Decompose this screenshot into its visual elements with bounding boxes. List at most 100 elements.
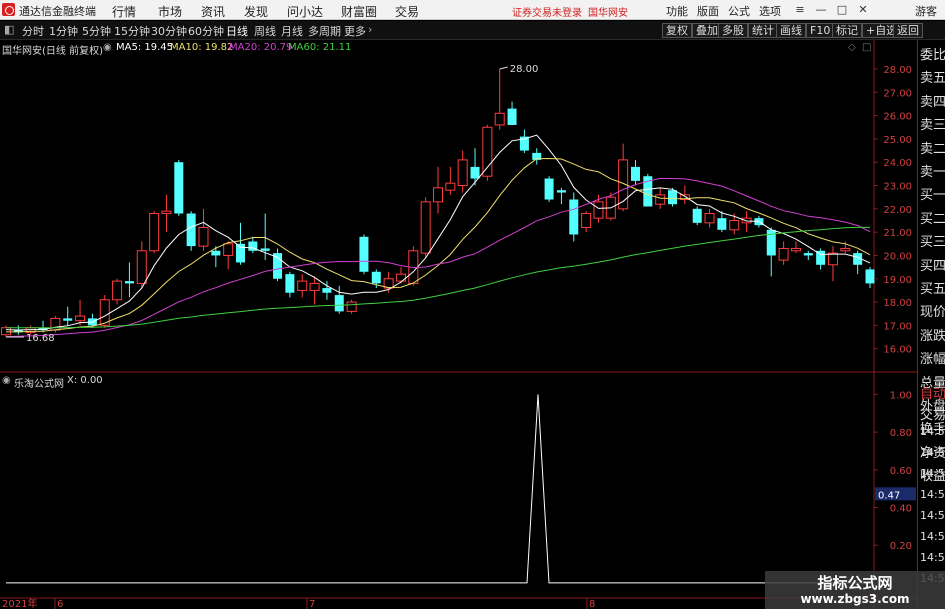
price-tick-label: 28.00 [883,65,912,76]
candle-body-up [729,219,740,231]
tool-f10[interactable]: F10 [806,23,835,38]
menu-functions[interactable]: 功能 [666,3,688,19]
indicator-tick-label: 0.20 [890,541,912,552]
quote-field-label: 卖二 [920,141,945,157]
price-tick-label: 20.00 [883,251,912,262]
indicator-tick-label: 0.60 [890,466,912,477]
trade-time-label: 14:56 [920,488,945,501]
legend-ma60: MA60: 21.11 [288,42,352,53]
ma5-line [5,134,871,331]
quote-side-panel: 委比 卖五 卖四 卖三 卖二 卖一 买一 买二 买三 买四 买五 现价 涨跌 涨幅 总量 外盘 换手 净资 收益 自动… [917,40,945,609]
candle-body-down [692,208,702,223]
auto-trade-label: 自动 [920,387,945,402]
time-tick-label: 6 [57,599,63,609]
sub-chart-title: 乐淘公式网 [14,379,64,390]
period-daily[interactable]: 日线 [226,23,248,39]
watermark-title: 指标公式网 [817,574,893,592]
candle-body-up [704,213,715,224]
auto-trade-label: 交易 [920,408,945,423]
candle-body-down [260,248,270,251]
candle-body-up [346,301,357,312]
candle-body-up [433,187,443,203]
tool-mark[interactable]: 标记 [832,23,862,38]
high-price-label: 28.00 [510,64,539,75]
price-tick-label: 22.00 [883,205,912,216]
trade-time-label: 14:56 [920,446,945,459]
candle-body-down [186,213,196,247]
candle-body-down [717,218,727,230]
chevron-right-icon[interactable]: › [368,23,372,36]
period-multi[interactable]: 多周期 [308,23,341,39]
menu-news[interactable]: 资讯 [201,3,225,20]
collapse-icon[interactable]: □ [862,42,871,53]
site-watermark: 指标公式网 www.zbgs3.com [765,571,945,609]
login-notice[interactable]: 证券交易未登录 [512,4,582,19]
maximize-icon[interactable]: □ [834,2,850,18]
quote-field-label: 买四 [920,258,945,274]
tool-draw-line[interactable]: 画线 [776,23,806,38]
indicator-tick-label: 0.80 [890,428,912,439]
period-1min[interactable]: 1分钟 [49,23,78,39]
watermark-url: www.zbgs3.com [800,592,910,606]
price-tick-label: 19.00 [883,275,912,286]
chart-area[interactable]: 28.00 16.68 16.00 17.00 18.00 19.00 20.00 21.0… [0,40,917,609]
panel-toggle-icon[interactable]: ◧ [4,23,14,36]
period-weekly[interactable]: 周线 [254,23,276,39]
trade-time-label: 14:56 [920,467,945,480]
price-tick-label: 25.00 [883,135,912,146]
candle-body-up [581,213,592,228]
tool-rights-adjust[interactable]: 复权 [662,23,692,38]
menu-market-quotes[interactable]: 行情 [112,3,136,20]
diamond-icon[interactable]: ◇ [848,42,856,53]
legend-ma20: MA20: 20.79 [229,42,293,53]
candle-body-down [544,178,554,200]
top-menu-bar: 通达信金融终端 行情 市场 资讯 发现 问小达 财富圈 交易 证券交易未登录 国… [0,0,945,20]
candle-body-down [865,269,875,284]
period-30min[interactable]: 30分钟 [151,23,187,39]
sub-legend-dropdown-icon[interactable]: ◉ [2,375,11,386]
menu-discover[interactable]: 发现 [244,3,268,20]
tool-multi-stock[interactable]: 多股 [718,23,748,38]
period-more[interactable]: 更多 [344,23,366,39]
menu-ask-xiaoda[interactable]: 问小达 [287,3,323,20]
cursor-value-label: 0.47 [878,490,900,501]
close-icon[interactable]: ✕ [855,2,871,18]
period-15min[interactable]: 15分钟 [114,23,150,39]
candle-body-up [75,315,86,322]
period-60min[interactable]: 60分钟 [188,23,224,39]
tool-back[interactable]: 返回 [893,23,923,38]
minimize-icon[interactable]: — [813,2,829,18]
legend-dropdown-icon[interactable]: ◉ [103,42,112,53]
indicator-x-line [6,394,870,584]
legend-ma10: MA10: 19.82 [170,42,234,53]
indicator-tick-label: 0.40 [890,504,912,515]
quote-field-label: 委比 [920,48,945,63]
guest-account[interactable]: 游客 [915,3,937,19]
menu-layout[interactable]: 版面 [697,3,719,19]
period-5min[interactable]: 5分钟 [82,23,111,39]
price-tick-label: 16.00 [883,345,912,356]
app-title: 通达信金融终端 [19,5,96,18]
trade-time-label: 14:56 [920,551,945,564]
menu-wealth-circle[interactable]: 财富圈 [341,3,377,20]
candle-body-up [778,247,789,261]
menu-market[interactable]: 市场 [158,3,182,20]
menu-options[interactable]: 选项 [759,3,781,19]
period-monthly[interactable]: 月线 [281,23,303,39]
price-tick-label: 18.00 [883,298,912,309]
candle-body-down [668,190,678,205]
indicator-tick-label: 1.00 [890,390,912,401]
price-tick-label: 17.00 [883,321,912,332]
ma60-line [5,226,870,329]
tool-statistics[interactable]: 统计 [748,23,778,38]
main-chart-title: 国华网安(日线 前复权) [2,46,103,57]
menu-trade[interactable]: 交易 [395,3,419,20]
price-tick-label: 21.00 [883,228,912,239]
candle-body-down [371,271,381,284]
settings-icon[interactable]: ≡ [792,2,808,18]
period-intraday[interactable]: 分时 [22,23,44,39]
menu-formula[interactable]: 公式 [728,3,750,19]
candle-body-up [420,201,431,254]
candle-body-down [124,281,134,284]
candle-body-up [790,247,801,252]
